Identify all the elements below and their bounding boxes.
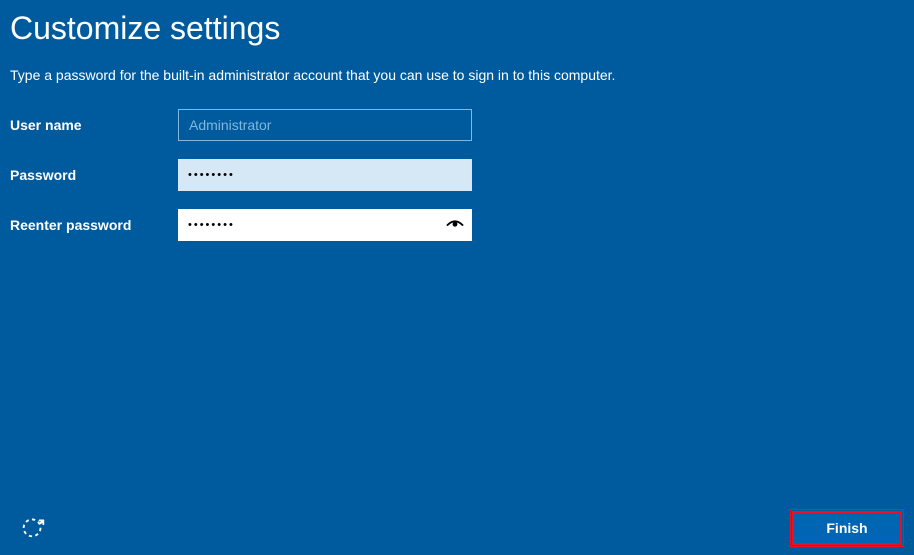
finish-button[interactable]: Finish: [792, 511, 902, 545]
ease-of-access-icon[interactable]: [18, 511, 48, 541]
reenter-password-label: Reenter password: [10, 217, 178, 233]
page-title: Customize settings: [10, 10, 904, 47]
page-description: Type a password for the built-in adminis…: [10, 67, 904, 83]
username-row: User name: [10, 109, 904, 141]
password-label: Password: [10, 167, 178, 183]
reenter-password-row: Reenter password: [10, 209, 904, 241]
reveal-password-icon[interactable]: [446, 218, 464, 232]
username-input: [178, 109, 472, 141]
username-label: User name: [10, 117, 178, 133]
password-input[interactable]: [178, 159, 472, 191]
password-row: Password: [10, 159, 904, 191]
reenter-password-input[interactable]: [178, 209, 472, 241]
